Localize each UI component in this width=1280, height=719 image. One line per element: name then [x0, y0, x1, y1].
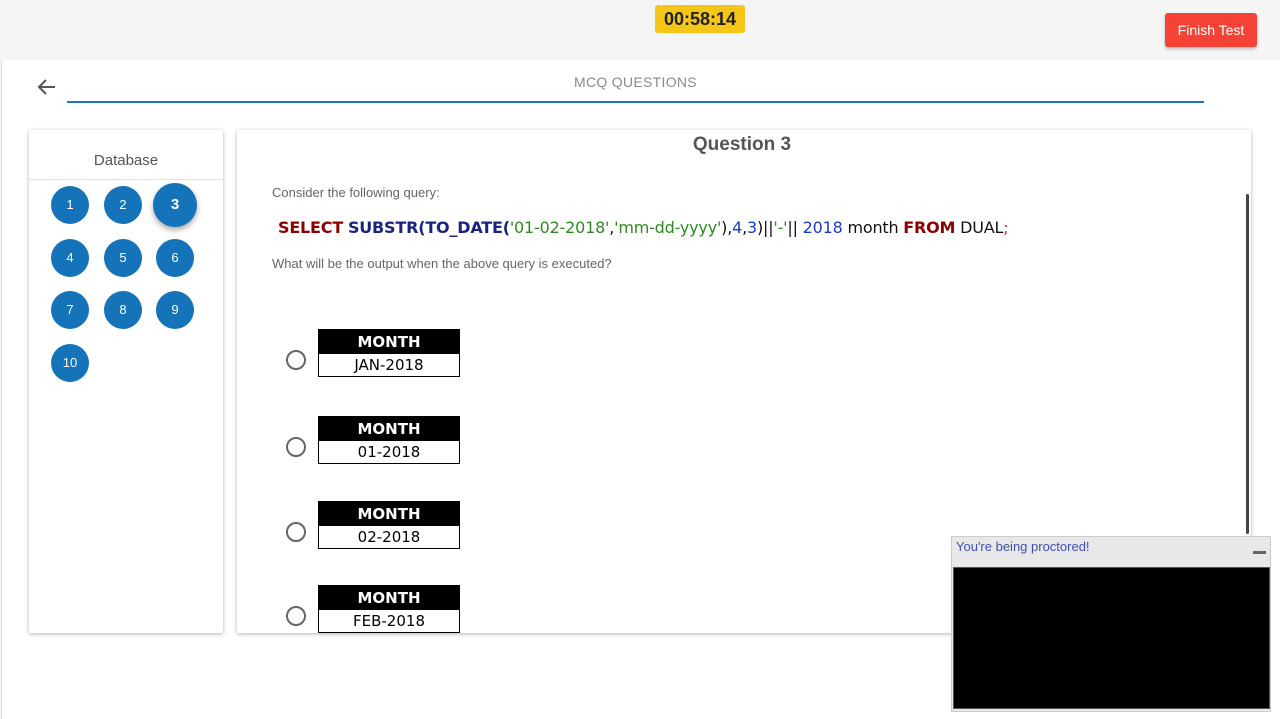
sql-token: '01-02-2018': [509, 218, 610, 237]
question-number-button[interactable]: 10: [51, 344, 89, 382]
proctor-widget: You're being proctored!: [951, 536, 1271, 712]
sql-token: SUBSTR: [347, 218, 419, 237]
question-number-button[interactable]: 4: [51, 239, 89, 277]
question-number-button[interactable]: 1: [51, 186, 89, 224]
option-table-header: MONTH: [319, 330, 459, 354]
option-table-value: FEB-2018: [319, 610, 459, 632]
sql-token: FROM: [903, 218, 956, 237]
option-table-value: 02-2018: [319, 526, 459, 548]
question-number-button[interactable]: 2: [104, 186, 142, 224]
sql-token: '-': [773, 218, 788, 237]
sql-query: SELECT SUBSTR(TO_DATE('01-02-2018','mm-d…: [278, 218, 1009, 237]
proctor-label: You're being proctored!: [956, 539, 1090, 554]
option-table: MONTH 01-2018: [318, 416, 460, 464]
sql-token: 3: [746, 218, 757, 237]
question-number-button[interactable]: 7: [51, 291, 89, 329]
radio-button[interactable]: [286, 350, 306, 370]
sql-token: ;: [1003, 218, 1009, 237]
question-intro: Consider the following query:: [272, 185, 440, 200]
question-title: Question 3: [692, 134, 792, 155]
sql-token: )||: [756, 218, 774, 237]
finish-test-button[interactable]: Finish Test: [1165, 13, 1257, 47]
scrollbar[interactable]: [1246, 194, 1249, 534]
question-number-button[interactable]: 5: [104, 239, 142, 277]
sql-token: TO_DATE: [425, 218, 503, 237]
question-number-button-active[interactable]: 3: [153, 183, 197, 227]
sql-token: 2018: [802, 218, 843, 237]
option-table: MONTH 02-2018: [318, 501, 460, 549]
question-number-button[interactable]: 9: [156, 291, 194, 329]
countdown-timer: 00:58:14: [655, 5, 745, 33]
sql-token: 'mm-dd-yyyy': [614, 218, 722, 237]
sidebar-title: Database: [93, 152, 159, 169]
option-table-value: JAN-2018: [319, 354, 459, 376]
option-table: MONTH FEB-2018: [318, 585, 460, 633]
option-table-header: MONTH: [319, 502, 459, 526]
option-table: MONTH JAN-2018: [318, 329, 460, 377]
question-number-button[interactable]: 8: [104, 291, 142, 329]
radio-button[interactable]: [286, 437, 306, 457]
section-title: MCQ QUESTIONS: [574, 74, 697, 90]
question-number-button[interactable]: 6: [156, 239, 194, 277]
back-arrow-icon[interactable]: [36, 76, 58, 98]
webcam-video: [953, 567, 1270, 709]
sql-token: DUAL: [955, 218, 1004, 237]
sidebar-divider: [29, 179, 223, 180]
section-underline: [67, 101, 1204, 103]
radio-button[interactable]: [286, 522, 306, 542]
minimize-icon[interactable]: [1253, 551, 1266, 554]
sql-token: month: [842, 218, 904, 237]
option-table-header: MONTH: [319, 417, 459, 441]
option-table-header: MONTH: [319, 586, 459, 610]
sql-token: ),: [721, 218, 733, 237]
sql-token: ||: [787, 218, 803, 237]
radio-button[interactable]: [286, 606, 306, 626]
top-bar: 00:58:14 Finish Test: [0, 0, 1280, 60]
question-prompt: What will be the output when the above q…: [272, 256, 612, 271]
sql-token: (: [502, 218, 510, 237]
option-table-value: 01-2018: [319, 441, 459, 463]
sql-token: SELECT: [278, 218, 344, 237]
sql-token: 4: [732, 218, 743, 237]
question-navigator: Database 1 2 3 4 5 6 7 8 9 10: [29, 130, 223, 633]
